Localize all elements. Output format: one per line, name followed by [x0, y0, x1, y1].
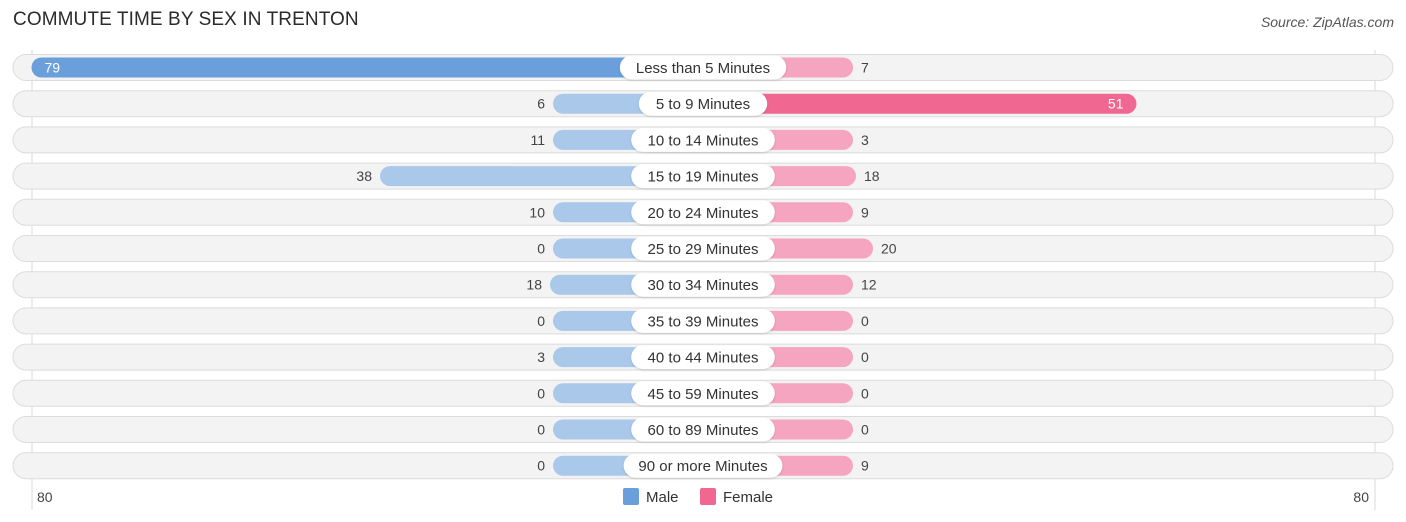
- male-value-label: 0: [537, 385, 545, 401]
- male-value-label: 18: [526, 277, 542, 293]
- male-value-label: 79: [45, 60, 61, 76]
- male-value-label: 0: [537, 313, 545, 329]
- category-label: 30 to 34 Minutes: [648, 277, 759, 294]
- category-label: 60 to 89 Minutes: [648, 422, 759, 439]
- female-value-label: 0: [861, 313, 869, 329]
- category-label: 45 to 59 Minutes: [648, 386, 759, 403]
- female-value-label: 12: [861, 277, 877, 293]
- female-value-label: 0: [861, 349, 869, 365]
- male-value-label: 0: [537, 458, 545, 474]
- female-value-label: 20: [881, 241, 897, 257]
- category-label: 5 to 9 Minutes: [656, 96, 750, 113]
- male-value-label: 0: [537, 241, 545, 257]
- female-value-label: 0: [861, 385, 869, 401]
- category-label: 25 to 29 Minutes: [648, 241, 759, 258]
- male-value-label: 10: [529, 204, 545, 220]
- category-label: Less than 5 Minutes: [636, 60, 770, 77]
- category-label: 35 to 39 Minutes: [648, 313, 759, 330]
- male-value-label: 3: [537, 349, 545, 365]
- category-label: 90 or more Minutes: [638, 458, 767, 475]
- legend-label-male: Male: [646, 489, 679, 506]
- female-value-label: 3: [861, 132, 869, 148]
- female-value-label: 9: [861, 458, 869, 474]
- male-value-label: 11: [530, 132, 545, 148]
- female-value-label: 51: [1108, 96, 1124, 112]
- category-label: 10 to 14 Minutes: [648, 132, 759, 149]
- female-value-label: 9: [861, 204, 869, 220]
- axis-label-right: 80: [1353, 489, 1369, 505]
- male-value-label: 6: [537, 96, 545, 112]
- axis-label-left: 80: [37, 489, 53, 505]
- category-label: 20 to 24 Minutes: [648, 205, 759, 222]
- male-bar[interactable]: [31, 57, 704, 78]
- male-value-label: 0: [537, 422, 545, 438]
- category-label: 15 to 19 Minutes: [648, 169, 759, 186]
- legend-label-female: Female: [723, 489, 773, 506]
- female-value-label: 7: [861, 60, 869, 76]
- female-value-label: 0: [861, 422, 869, 438]
- female-value-label: 18: [864, 168, 880, 184]
- category-label: 40 to 44 Minutes: [648, 350, 759, 367]
- female-bar[interactable]: [703, 93, 1137, 114]
- legend-swatch-male: [623, 488, 639, 505]
- legend-swatch-female: [700, 488, 716, 505]
- male-value-label: 38: [356, 168, 372, 184]
- diverging-bar-chart: 79 7 Less than 5 Minutes 6 51 5 to 9 Minutes 1…: [12, 50, 1394, 510]
